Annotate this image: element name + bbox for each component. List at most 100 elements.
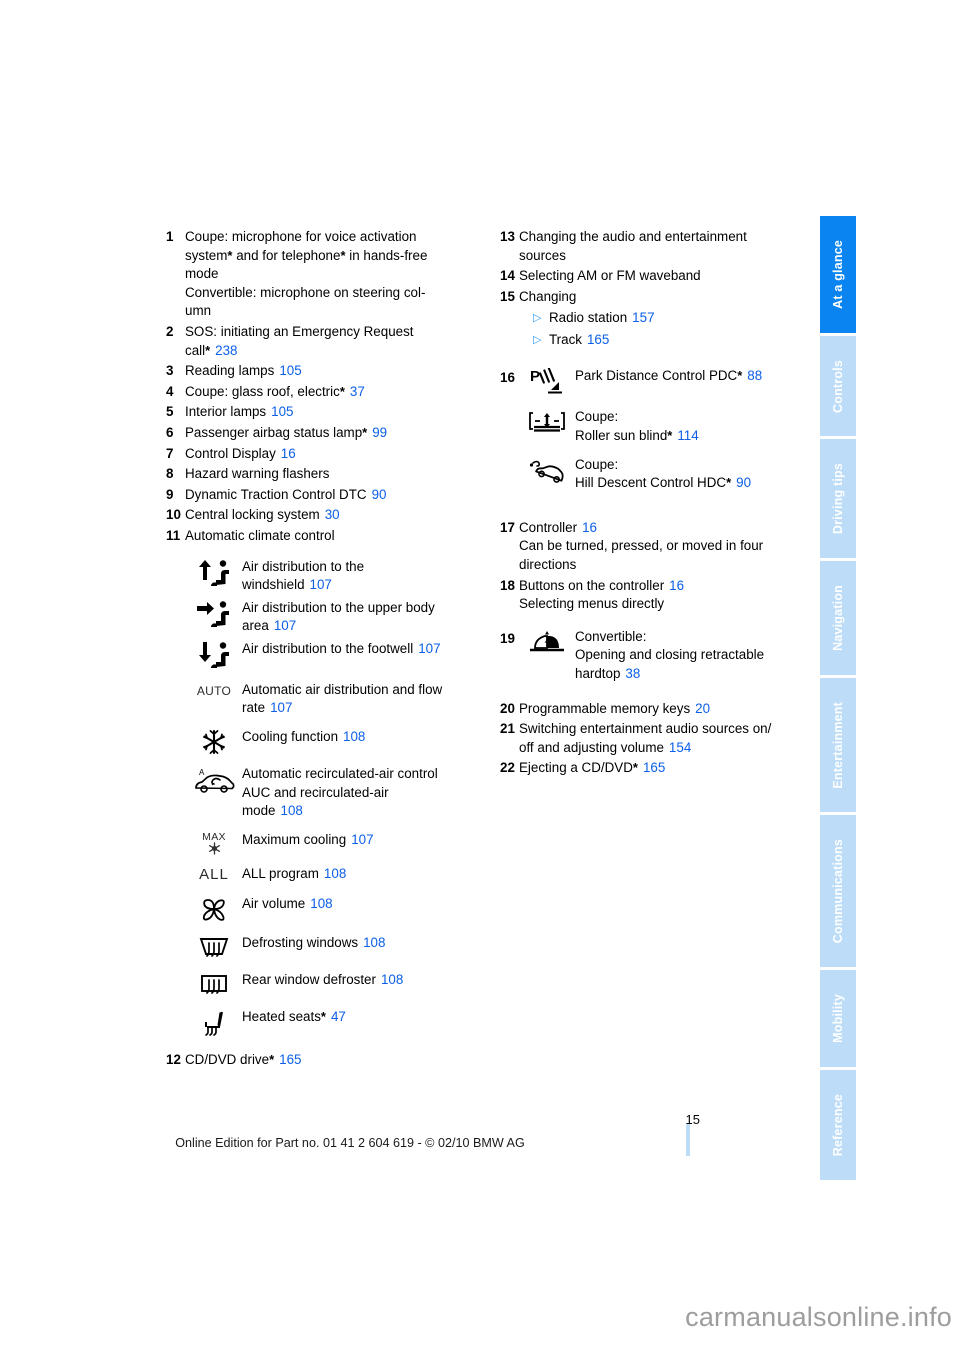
legend-number: 19 [500,630,515,646]
legend-line: mode [185,266,219,282]
page-reference[interactable]: 108 [324,866,346,881]
climate-icon-text: Defrosting windows 108 [242,934,484,953]
tab-label: Mobility [831,994,845,1044]
legend-number: 17 [500,519,515,535]
tab-mobility[interactable]: Mobility [820,970,856,1067]
page-reference[interactable]: 108 [281,803,303,818]
page-reference[interactable]: 154 [669,740,691,755]
legend-entry-19: 19 Convertible: Opening and closing retr… [500,628,818,684]
page-reference[interactable]: 105 [271,404,293,419]
page-reference[interactable]: 16 [669,578,684,593]
pdc-text: Park Distance Control PDC* 88 [575,368,763,384]
page-reference[interactable]: 30 [325,507,340,522]
hill-descent-control-icon [519,456,575,485]
tab-at-a-glance[interactable]: At a glance [820,216,856,333]
page-reference[interactable]: 107 [274,618,296,633]
legend-body: Passenger airbag status lamp* 99 [185,424,388,440]
page-reference[interactable]: 47 [331,1009,346,1024]
page-reference[interactable]: 107 [351,832,373,847]
page-reference[interactable]: 16 [582,520,597,535]
watermark: carmanualsonline.info [685,1302,952,1332]
legend-number: 14 [500,268,515,284]
legend-body: Ejecting a CD/DVD* 165 [519,760,666,776]
page-reference[interactable]: 108 [310,896,332,911]
climate-icon-row: Rear window defroster 108 [186,971,484,998]
hardtop-text: Convertible: Opening and closing retract… [575,628,818,684]
tab-reference[interactable]: Reference [820,1069,856,1180]
legend-entry-6: 6 Passenger airbag status lamp* 99 [166,424,484,443]
page-reference[interactable]: 114 [677,428,698,443]
legend-line: Coupe: microphone for voice activation [185,229,417,244]
climate-icon-text: Maximum cooling 107 [242,831,484,850]
sub-item: ▷ Radio station 157 [533,309,818,328]
left-column: 1 Coupe: microphone for voice activation… [166,228,484,1072]
page-reference[interactable]: 107 [418,641,440,656]
triangle-bullet-icon: ▷ [533,312,542,325]
page-reference[interactable]: 88 [747,368,762,383]
legend-entry-22: 22 Ejecting a CD/DVD* 165 [500,759,818,778]
climate-icon-text: Automatic recirculated-air control AUC a… [242,765,484,821]
page-reference[interactable]: 16 [281,446,296,461]
option-asterisk: * [362,424,368,440]
climate-icon-row: ALL ALL program 108 [186,865,484,885]
tab-navigation[interactable]: Navigation [820,561,856,676]
page-reference[interactable]: 108 [363,935,385,950]
legend-line: Switching entertainment audio sources on… [519,721,772,737]
sun-blind-row: Coupe: Roller sun blind* 114 [519,408,818,445]
roller-sun-blind-icon [519,408,575,435]
icon-line: mode 108 [242,803,303,819]
page-reference[interactable]: 90 [736,475,751,490]
page-reference[interactable]: 20 [695,701,710,716]
tab-driving-tips[interactable]: Driving tips [820,439,856,559]
legend-entry-18: 18 Buttons on the controller 16 Selecting… [500,577,818,614]
page-reference[interactable]: 108 [381,972,403,987]
tab-label: Communications [831,839,845,944]
icon-line: Cooling function [242,729,339,745]
climate-icon-text: Air distribution to the upper body area 1… [242,599,484,636]
page-reference[interactable]: 90 [372,487,387,502]
legend-line: Changing [519,288,577,304]
page-reference[interactable]: 165 [587,332,609,347]
page-reference[interactable]: 157 [632,310,654,325]
svg-text:P: P [530,368,540,385]
right-column: 13 Changing the audio and entertainment … [500,228,818,780]
defrost-windshield-icon [186,934,242,961]
sun-blind-text: Coupe: Roller sun blind* 114 [575,408,818,445]
page-reference[interactable]: 108 [343,729,365,744]
page-reference[interactable]: 107 [270,700,292,715]
legend-line: Interior lamps [185,404,267,420]
legend-body: Control Display 16 [185,445,484,464]
all-program-icon: ALL [186,865,242,885]
page-number: 15 [685,1112,700,1127]
tab-entertainment[interactable]: Entertainment [820,678,856,813]
climate-icon-row: AUTO Automatic air distribution and flow… [186,681,484,718]
legend-number: 18 [500,577,515,593]
page-reference[interactable]: 165 [279,1052,301,1067]
option-asterisk: * [269,1051,275,1067]
page-reference[interactable]: 105 [279,363,301,378]
tab-communications[interactable]: Communications [820,815,856,968]
legend-line: SOS: initiating an Emergency Request [185,323,414,339]
tab-label: Driving tips [831,463,845,535]
tab-controls[interactable]: Controls [820,335,856,437]
legend-entry-9: 9 Dynamic Traction Control DTC 90 [166,486,484,505]
legend-line: Control Display [185,445,276,461]
page-reference[interactable]: 99 [372,425,387,440]
page-reference[interactable]: 238 [215,343,237,358]
climate-icon-text: Heated seats* 47 [242,1008,346,1024]
icon-line: Convertible: [575,628,647,644]
icon-line: area 107 [242,618,297,634]
auc-recirculated-air-icon: A [186,765,242,796]
legend-line: Central locking system [185,507,320,523]
icon-line: Maximum cooling [242,831,347,847]
tab-label: Reference [831,1093,845,1157]
heated-seats-icon [186,1008,242,1037]
option-asterisk: * [667,427,673,443]
page-reference[interactable]: 38 [625,666,640,681]
icon-line: Air distribution to the [242,558,365,574]
page-reference[interactable]: 165 [643,760,665,775]
page-reference[interactable]: 37 [350,384,365,399]
max-cooling-icon: MAX [186,831,242,856]
legend-entry-20: 20 Programmable memory keys 20 [500,700,818,719]
page-reference[interactable]: 107 [310,577,332,592]
